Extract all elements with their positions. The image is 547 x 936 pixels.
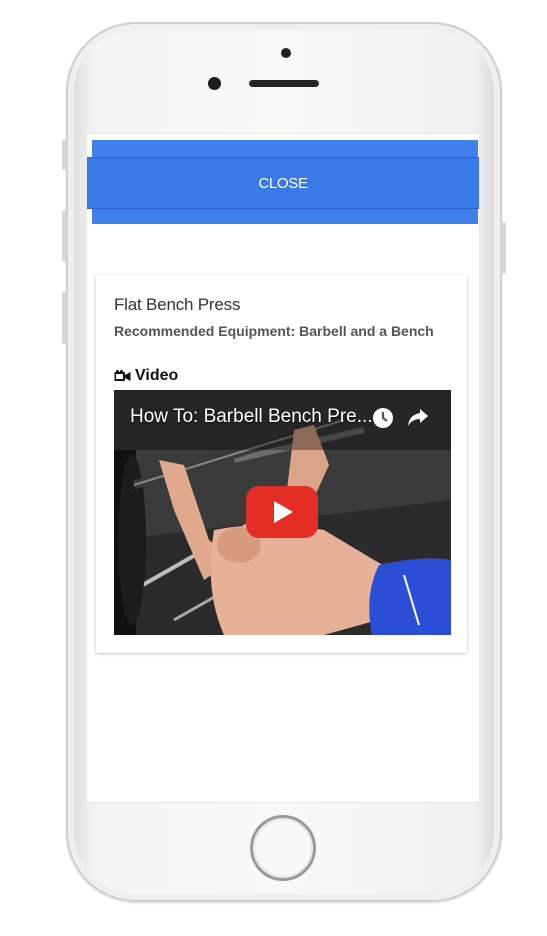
exercise-title: Flat Bench Press [114, 295, 241, 314]
volume-up-button [62, 210, 67, 262]
power-button [501, 222, 506, 274]
home-button[interactable] [250, 815, 316, 881]
video-label-text: Video [135, 367, 179, 384]
equipment-text: Recommended Equipment: Barbell and a Ben… [114, 323, 434, 339]
phone-screen: CLOSE Flat Bench Press Recommended Equip… [87, 134, 479, 802]
video-thumbnail[interactable]: How To: Barbell Bench Pre... [114, 390, 451, 635]
play-icon[interactable] [246, 486, 318, 538]
video-title: How To: Barbell Bench Pre... [130, 406, 373, 427]
front-camera [208, 77, 221, 90]
volume-down-button [62, 292, 67, 344]
proximity-sensor [281, 48, 291, 58]
clock-icon[interactable] [372, 407, 394, 429]
share-icon[interactable] [407, 408, 429, 428]
mute-switch [62, 140, 67, 170]
exercise-card: Flat Bench Press Recommended Equipment: … [96, 275, 467, 653]
earpiece-speaker [249, 80, 319, 87]
video-label: Video [114, 367, 178, 385]
video-camera-icon [114, 370, 131, 381]
close-button[interactable]: CLOSE [87, 158, 479, 208]
